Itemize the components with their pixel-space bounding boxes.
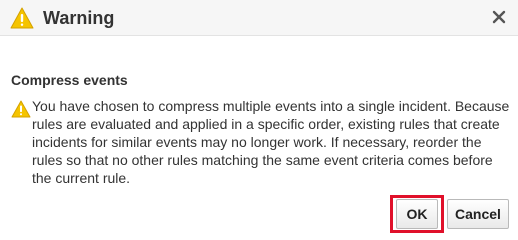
warning-dialog: Warning Compress events You have chosen … bbox=[0, 0, 518, 236]
warning-icon bbox=[10, 7, 34, 29]
dialog-title: Warning bbox=[43, 8, 115, 28]
close-icon[interactable] bbox=[492, 10, 506, 24]
cancel-button[interactable]: Cancel bbox=[447, 199, 509, 229]
dialog-footer: OK Cancel bbox=[0, 190, 518, 236]
section-heading: Compress events bbox=[11, 72, 128, 88]
dialog-content: Compress events You have chosen to compr… bbox=[0, 37, 518, 190]
warning-message: You have chosen to compress multiple eve… bbox=[32, 98, 510, 186]
warning-icon bbox=[11, 100, 31, 118]
ok-button[interactable]: OK bbox=[396, 199, 438, 229]
dialog-titlebar: Warning bbox=[0, 0, 518, 36]
